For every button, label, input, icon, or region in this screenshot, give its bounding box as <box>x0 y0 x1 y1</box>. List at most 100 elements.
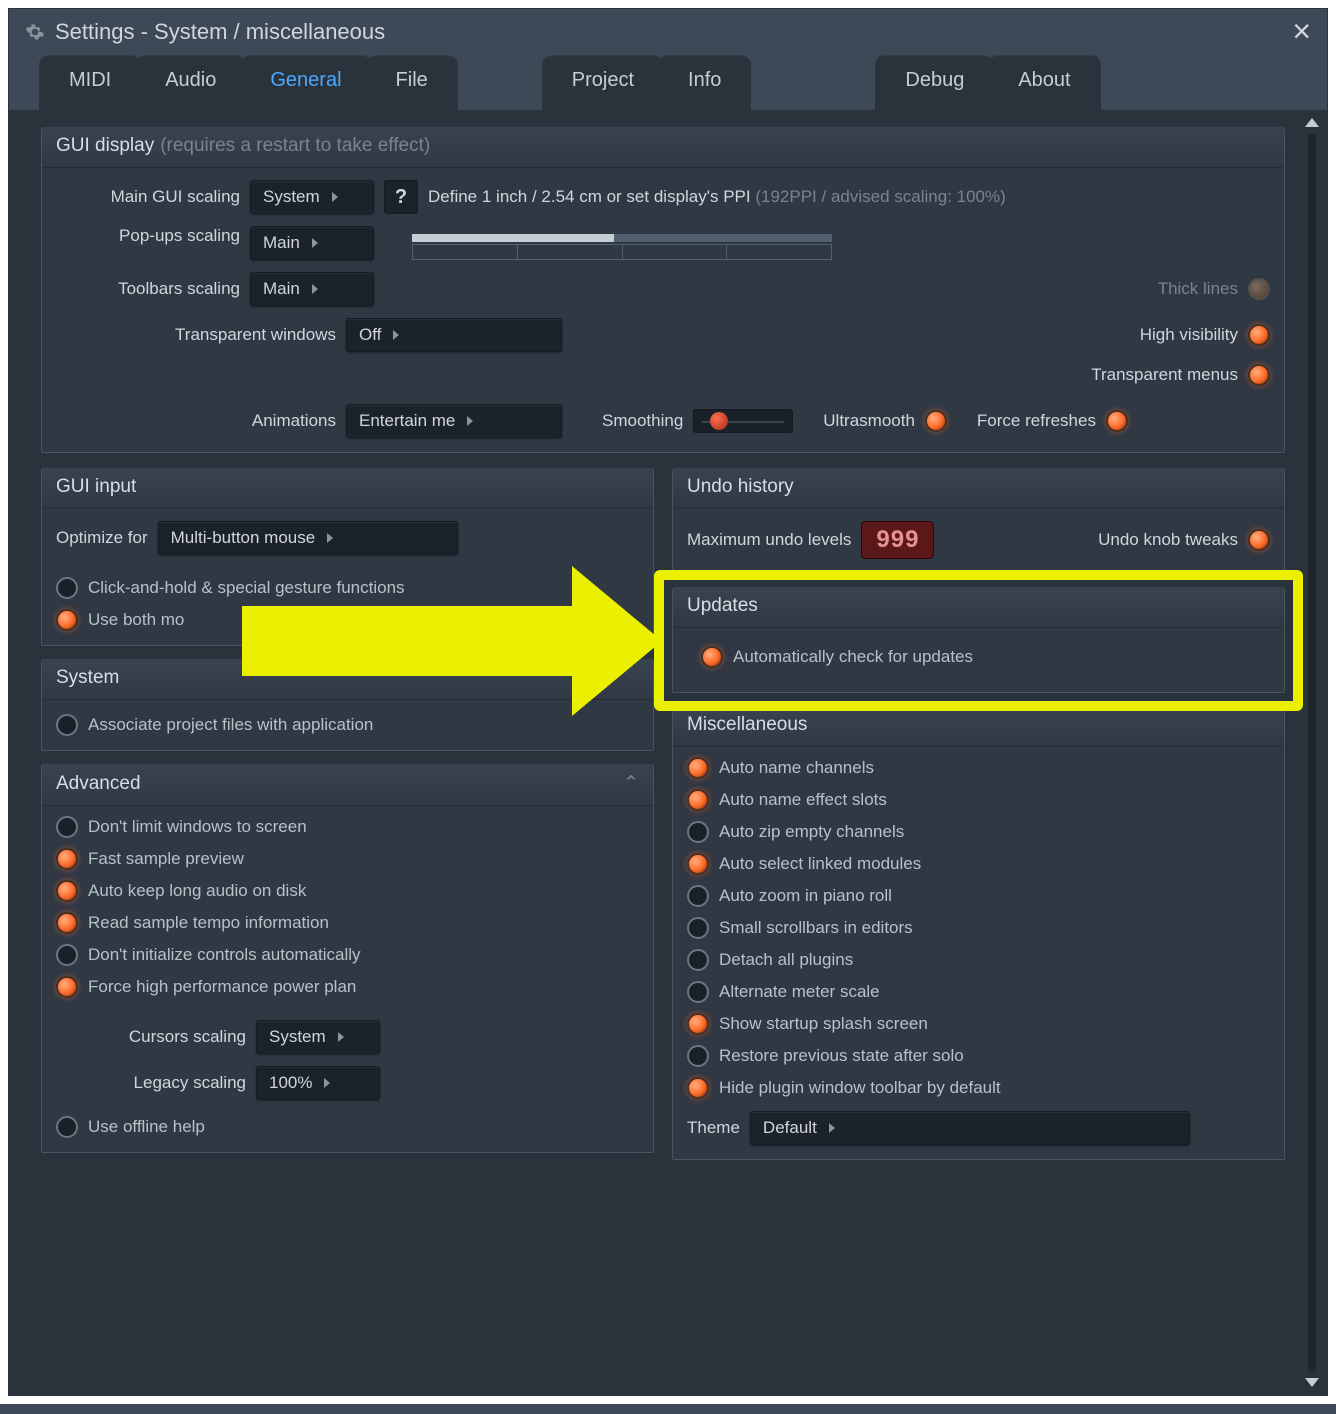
label-ultrasmooth: Ultrasmooth <box>823 411 915 431</box>
misc-toggle-5[interactable] <box>687 917 709 939</box>
slider-knob[interactable] <box>710 412 728 430</box>
titlebar: Settings - System / miscellaneous × <box>9 9 1327 55</box>
select-cursors-scaling[interactable]: System <box>256 1020 380 1054</box>
misc-label-10: Hide plugin window toolbar by default <box>719 1078 1001 1098</box>
chevron-right-icon <box>327 533 333 543</box>
label-cursors-scaling: Cursors scaling <box>56 1027 246 1047</box>
misc-item: Auto name effect slots <box>687 789 1270 811</box>
scrollbar[interactable] <box>1303 110 1321 1395</box>
legend-text: Advanced <box>56 773 141 795</box>
spinner-value: 999 <box>876 526 919 554</box>
fieldset-misc: Miscellaneous Auto name channels Auto nam… <box>672 707 1285 1160</box>
misc-toggle-1[interactable] <box>687 789 709 811</box>
scroll-track[interactable] <box>1308 133 1316 1372</box>
tab-audio[interactable]: Audio <box>135 55 246 110</box>
help-button[interactable]: ? <box>384 180 418 214</box>
select-main-scaling[interactable]: System <box>250 180 374 214</box>
spinner-max-undo[interactable]: 999 <box>861 521 934 559</box>
window-title: Settings - System / miscellaneous <box>55 19 385 45</box>
content: GUI display (requires a restart to take … <box>9 110 1327 1395</box>
misc-toggle-0[interactable] <box>687 757 709 779</box>
advanced-label-0: Don't limit windows to screen <box>88 817 307 837</box>
advanced-toggle-3[interactable] <box>56 912 78 934</box>
scroll-down-icon[interactable] <box>1305 1378 1319 1387</box>
misc-item: Restore previous state after solo <box>687 1045 1270 1067</box>
label-click-hold: Click-and-hold & special gesture functio… <box>88 578 405 598</box>
select-transparent-windows[interactable]: Off <box>346 318 562 352</box>
chevron-right-icon <box>324 1078 330 1088</box>
advanced-label-3: Read sample tempo information <box>88 913 329 933</box>
misc-item: Auto zoom in piano roll <box>687 885 1270 907</box>
scroll-up-icon[interactable] <box>1305 118 1319 127</box>
misc-label-5: Small scrollbars in editors <box>719 918 913 938</box>
tab-file[interactable]: File <box>366 55 458 110</box>
select-optimize-for[interactable]: Multi-button mouse <box>158 521 458 555</box>
select-value: System <box>269 1027 326 1047</box>
misc-toggle-3[interactable] <box>687 853 709 875</box>
advanced-toggle-4[interactable] <box>56 944 78 966</box>
toggle-thick-lines[interactable] <box>1248 278 1270 300</box>
label-optimize-for: Optimize for <box>56 528 148 548</box>
tab-general[interactable]: General <box>240 55 371 110</box>
legend-gui-display: GUI display (requires a restart to take … <box>42 127 1284 168</box>
advanced-toggle-1[interactable] <box>56 848 78 870</box>
select-toolbars-scaling[interactable]: Main <box>250 272 374 306</box>
misc-toggle-8[interactable] <box>687 1013 709 1035</box>
misc-toggle-6[interactable] <box>687 949 709 971</box>
select-legacy-scaling[interactable]: 100% <box>256 1066 380 1100</box>
tab-info[interactable]: Info <box>658 55 751 110</box>
toggle-transparent-menus[interactable] <box>1248 364 1270 386</box>
label-thick-lines: Thick lines <box>1158 279 1238 299</box>
misc-item: Auto name channels <box>687 757 1270 779</box>
select-value: System <box>263 187 320 207</box>
close-icon[interactable]: × <box>1292 15 1311 47</box>
toggle-use-both[interactable] <box>56 609 78 631</box>
misc-label-7: Alternate meter scale <box>719 982 880 1002</box>
toggle-high-visibility[interactable] <box>1248 324 1270 346</box>
label-auto-check-updates: Automatically check for updates <box>733 647 973 667</box>
select-value: Off <box>359 325 381 345</box>
select-theme[interactable]: Default <box>750 1111 1190 1145</box>
smoothing-slider[interactable] <box>693 409 793 433</box>
tab-about[interactable]: About <box>988 55 1100 110</box>
select-animations[interactable]: Entertain me <box>346 404 562 438</box>
label-high-visibility: High visibility <box>1140 325 1238 345</box>
toggle-click-hold[interactable] <box>56 577 78 599</box>
ppi-progress[interactable] <box>412 234 832 242</box>
misc-toggle-4[interactable] <box>687 885 709 907</box>
toggle-ultrasmooth[interactable] <box>925 410 947 432</box>
fieldset-updates: Updates Automatically check for updates <box>672 588 1285 693</box>
tab-project[interactable]: Project <box>542 55 664 110</box>
label-smoothing: Smoothing <box>602 411 683 431</box>
toggle-force-refreshes[interactable] <box>1106 410 1128 432</box>
fieldset-undo: Undo history Maximum undo levels 999 Und… <box>672 469 1285 574</box>
gear-icon <box>25 22 45 42</box>
fieldset-gui-display: GUI display (requires a restart to take … <box>41 128 1285 453</box>
advanced-item: Auto keep long audio on disk <box>56 880 639 902</box>
toggle-offline-help[interactable] <box>56 1116 78 1138</box>
toggle-associate[interactable] <box>56 714 78 736</box>
select-popups-scaling[interactable]: Main <box>250 226 374 260</box>
advanced-toggle-0[interactable] <box>56 816 78 838</box>
tab-debug[interactable]: Debug <box>875 55 994 110</box>
misc-toggle-9[interactable] <box>687 1045 709 1067</box>
tab-midi[interactable]: MIDI <box>39 55 141 110</box>
toggle-auto-check-updates[interactable] <box>701 646 723 668</box>
select-value: Main <box>263 233 300 253</box>
misc-toggle-10[interactable] <box>687 1077 709 1099</box>
label-knob-tweaks: Undo knob tweaks <box>1098 530 1238 550</box>
misc-item: Detach all plugins <box>687 949 1270 971</box>
select-value: Multi-button mouse <box>171 528 316 548</box>
advanced-toggle-5[interactable] <box>56 976 78 998</box>
toggle-knob-tweaks[interactable] <box>1248 529 1270 551</box>
label-popups-scaling: Pop-ups scaling <box>56 226 240 246</box>
label-transparent-windows: Transparent windows <box>56 325 336 345</box>
label-theme: Theme <box>687 1118 740 1138</box>
legend-misc: Miscellaneous <box>673 706 1284 747</box>
advanced-toggle-2[interactable] <box>56 880 78 902</box>
fieldset-advanced: Advanced ⌃ Don't limit windows to screen… <box>41 765 654 1153</box>
misc-toggle-7[interactable] <box>687 981 709 1003</box>
chevron-up-icon[interactable]: ⌃ <box>623 772 639 795</box>
misc-toggle-2[interactable] <box>687 821 709 843</box>
fieldset-system: System Associate project files with appl… <box>41 660 654 751</box>
